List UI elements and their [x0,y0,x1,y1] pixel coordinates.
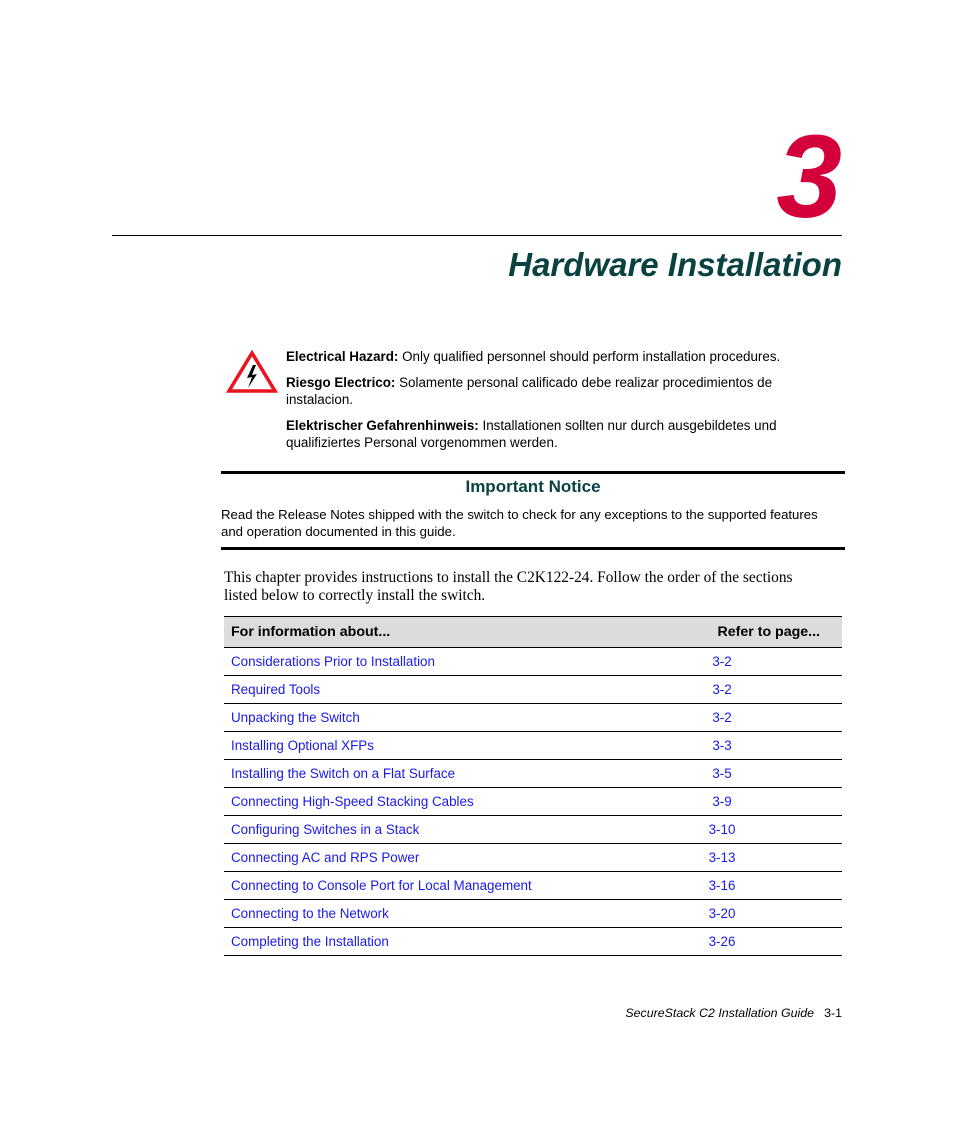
table-row: Unpacking the Switch 3-2 [224,703,842,732]
topic-link[interactable]: Completing the Installation [224,927,642,956]
page-link[interactable]: 3-2 [642,703,842,732]
page-link[interactable]: 3-10 [642,815,842,844]
page-link[interactable]: 3-2 [642,675,842,704]
topic-link[interactable]: Installing Optional XFPs [224,731,642,760]
table-row: Configuring Switches in a Stack 3-10 [224,815,842,844]
notice-top-rule [221,471,845,474]
topic-link[interactable]: Considerations Prior to Installation [224,647,642,676]
topic-link[interactable]: Connecting High-Speed Stacking Cables [224,787,642,816]
header-page: Refer to page... [642,616,842,648]
table-row: Installing Optional XFPs 3-3 [224,731,842,760]
topic-link[interactable]: Configuring Switches in a Stack [224,815,642,844]
table-row: Installing the Switch on a Flat Surface 3… [224,759,842,788]
chapter-rule [112,235,842,236]
notice-body: Read the Release Notes shipped with the … [221,507,818,539]
hazard-warning-en: Electrical Hazard: Only qualified person… [286,349,781,364]
page-link[interactable]: 3-20 [642,899,842,928]
page-link[interactable]: 3-26 [642,927,842,956]
table-row: Connecting AC and RPS Power 3-13 [224,843,842,872]
page-link[interactable]: 3-2 [642,647,842,676]
topic-link[interactable]: Installing the Switch on a Flat Surface [224,759,642,788]
footer-page-number: 3-1 [824,1006,842,1020]
page-link[interactable]: 3-13 [642,843,842,872]
electrical-hazard-icon [226,350,278,393]
hazard-warnings: Electrical Hazard: Only qualified person… [286,348,826,460]
page-link[interactable]: 3-3 [642,731,842,760]
topic-link[interactable]: Unpacking the Switch [224,703,642,732]
table-row: Connecting High-Speed Stacking Cables 3-9 [224,787,842,816]
topic-link[interactable]: Connecting to Console Port for Local Man… [224,871,642,900]
page-link[interactable]: 3-9 [642,787,842,816]
notice-bottom-rule [221,547,845,550]
table-row: Required Tools 3-2 [224,675,842,704]
table-row: Connecting to Console Port for Local Man… [224,871,842,900]
hazard-warning-de: Elektrischer Gefahrenhinweis: Installati… [286,418,777,450]
table-row: Connecting to the Network 3-20 [224,899,842,928]
page-link[interactable]: 3-5 [642,759,842,788]
table-row: Completing the Installation 3-26 [224,927,842,956]
chapter-title: Hardware Installation [508,246,842,283]
table-row: Considerations Prior to Installation 3-2 [224,647,842,676]
topic-link[interactable]: Connecting to the Network [224,899,642,928]
topic-link[interactable]: Required Tools [224,675,642,704]
notice-title: Important Notice [465,477,601,496]
contents-table: For information about... Refer to page..… [224,616,842,956]
chapter-number: 3 [776,111,842,243]
intro-paragraph: This chapter provides instructions to in… [224,569,793,604]
hazard-warning-es: Riesgo Electrico: Solamente personal cal… [286,375,773,407]
footer-guide-title: SecureStack C2 Installation Guide [625,1006,815,1020]
table-header: For information about... Refer to page..… [224,616,842,648]
topic-link[interactable]: Connecting AC and RPS Power [224,843,642,872]
header-topic: For information about... [224,616,642,648]
page-footer: SecureStack C2 Installation Guide 3-1 [625,1006,842,1020]
page-link[interactable]: 3-16 [642,871,842,900]
